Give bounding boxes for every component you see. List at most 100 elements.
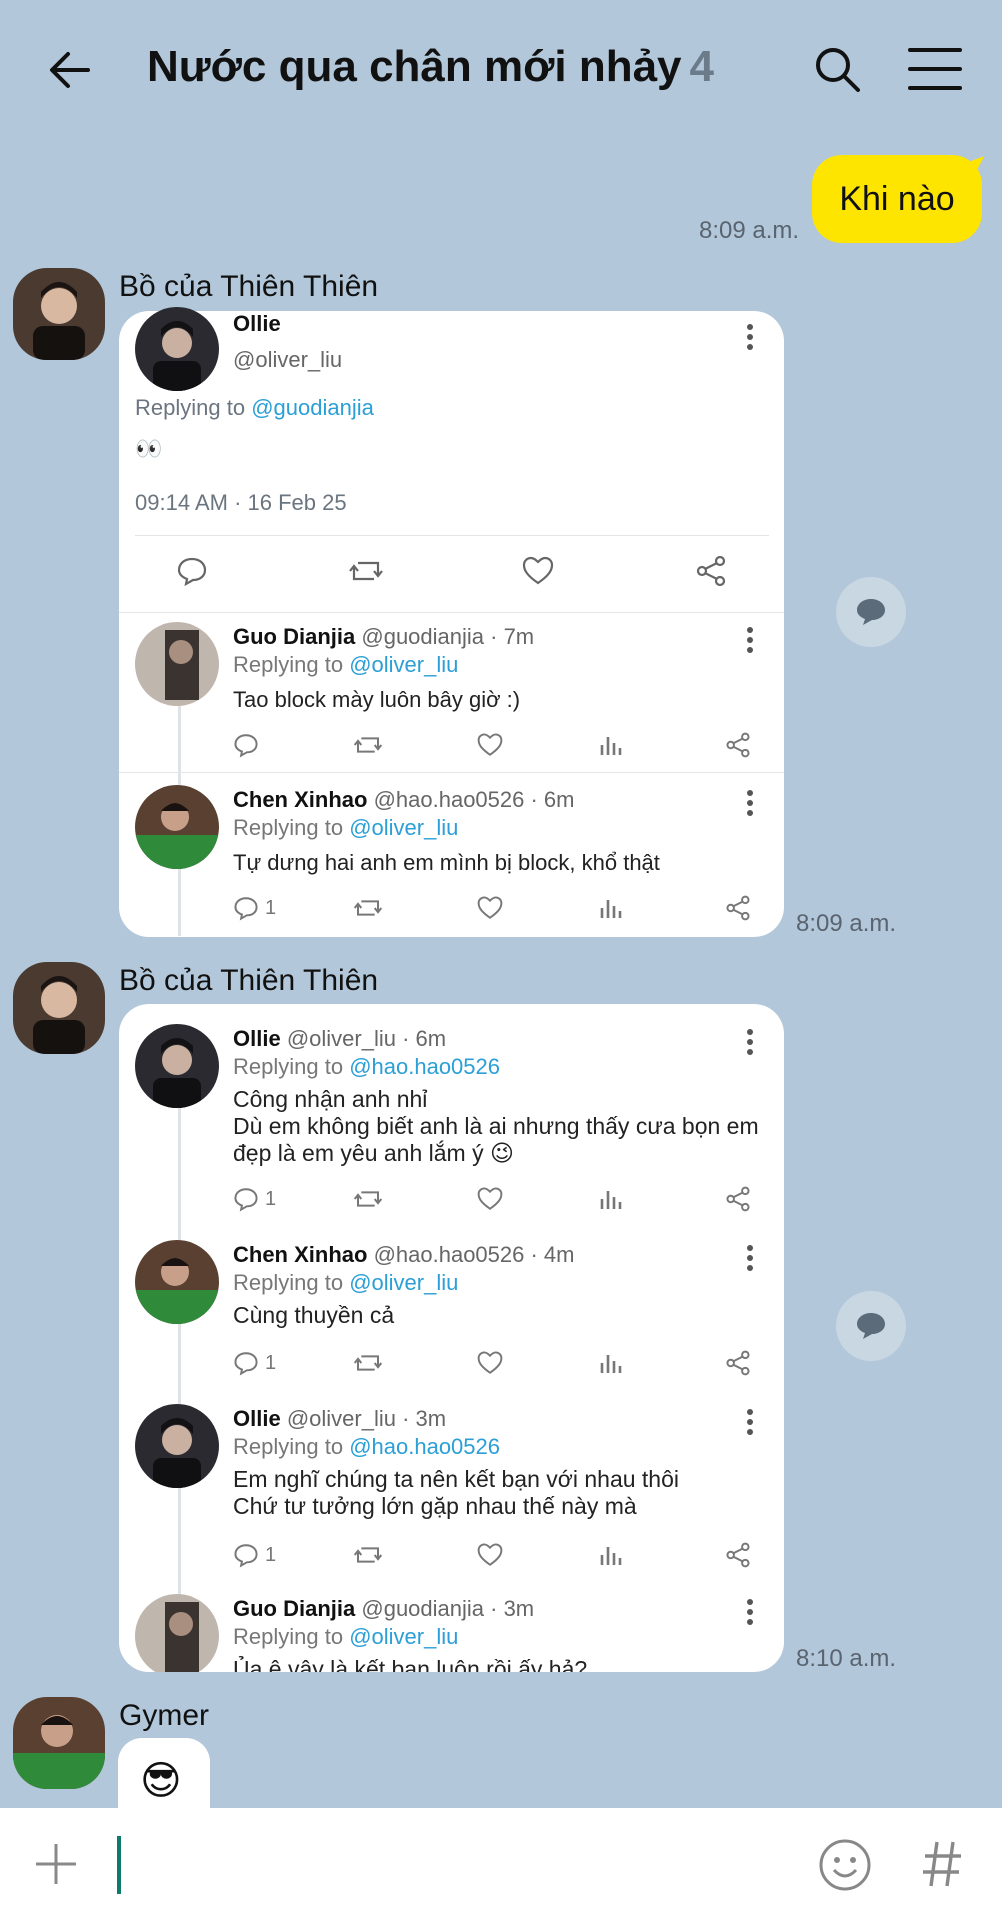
replying-label: Replying to [233, 815, 344, 840]
mention-link: @oliver_liu [349, 652, 459, 677]
replying-label: Replying to [233, 1054, 344, 1079]
chat-bubble-icon [857, 1313, 885, 1339]
mention-link: @oliver_liu [349, 1624, 459, 1649]
tweet-author-name: Ollie [233, 1026, 281, 1051]
reply-count: 1 [265, 1187, 277, 1210]
plus-icon[interactable] [34, 1842, 78, 1886]
tweet-text-line: Công nhận anh nhỉ [233, 1086, 428, 1112]
message-time: 8:10 a.m. [796, 1645, 897, 1672]
tweet-text: Tao block mày luôn bây giờ :) [233, 687, 521, 712]
analytics-icon [600, 1547, 622, 1565]
tweet-author-name: Guo Dianjia [233, 1596, 356, 1621]
like-heart-icon [477, 1187, 503, 1210]
more-options-icon [747, 324, 753, 350]
tweet-text-line: Dù em không biết anh là ai nhưng thấy cư… [233, 1113, 759, 1139]
tweet-datetime: 09:14 AM · 16 Feb 25 [135, 490, 347, 515]
tweet-meta: @hao.hao0526 · 6m [373, 787, 575, 812]
emoji-message-bubble[interactable]: 😎 [118, 1738, 210, 1808]
back-arrow-icon[interactable] [44, 42, 100, 98]
tweet-author-name: Chen Xinhao [233, 1242, 368, 1267]
reply-count: 1 [265, 896, 277, 919]
share-icon [726, 732, 750, 758]
replying-label: Replying to [233, 1270, 344, 1295]
message-input[interactable] [124, 1836, 764, 1894]
replying-label: Replying to [233, 652, 344, 677]
my-message-text: Khi nào [839, 179, 955, 218]
tweet-author-name: Chen Xinhao [233, 787, 368, 812]
like-heart-icon [477, 896, 503, 919]
divider [119, 612, 784, 613]
tweet-author-name: Ollie [233, 1406, 281, 1431]
reply-icon [234, 1544, 258, 1568]
member-count: 4 [689, 42, 715, 91]
mention-link: @hao.hao0526 [349, 1054, 501, 1079]
tweet-actions: 1 [233, 893, 773, 927]
reply-icon [234, 1188, 258, 1212]
chat-header: Nước qua chân mới nhảy 4 [0, 0, 1002, 140]
tweet-reply: Guo Dianjia @guodianjia · 3m Replying to… [135, 1594, 784, 1672]
tweet-avatar [135, 1594, 219, 1672]
share-bubble-button[interactable] [836, 577, 906, 647]
replying-label: Replying to [135, 395, 246, 420]
like-heart-icon [477, 1351, 503, 1374]
sender-name: Bồ của Thiên Thiên [119, 964, 379, 997]
retweet-icon [353, 737, 383, 753]
replying-label: Replying to [233, 1624, 344, 1649]
analytics-icon [600, 1191, 622, 1209]
input-bar [0, 1808, 1002, 1920]
share-icon [726, 1186, 750, 1212]
emoji-icon[interactable] [818, 1838, 872, 1892]
reply-count: 1 [265, 1351, 277, 1374]
avatar[interactable] [13, 962, 105, 1054]
tweet-text: Tự dưng hai anh em mình bị block, khổ th… [233, 850, 660, 875]
tweet-avatar [135, 785, 219, 869]
text-cursor [117, 1836, 121, 1894]
tweet-text-line: đẹp là em yêu anh lắm ý 😉 [233, 1140, 514, 1166]
retweet-icon [353, 1547, 383, 1563]
menu-icon[interactable] [908, 46, 962, 92]
retweet-icon [349, 561, 383, 581]
analytics-icon [600, 737, 622, 755]
mention-link: @hao.hao0526 [349, 1434, 501, 1459]
chat-name: Nước qua chân mới nhảy [147, 42, 682, 91]
message-time: 8:09 a.m. [796, 910, 897, 937]
tweet-avatar [135, 622, 219, 706]
avatar[interactable] [13, 1697, 105, 1789]
divider [135, 535, 769, 536]
sender-name: Bồ của Thiên Thiên [119, 270, 379, 303]
replying-label: Replying to [233, 1434, 344, 1459]
reply-icon [234, 1352, 258, 1376]
reply-icon [234, 734, 258, 758]
tweet-actions: 1 [233, 1184, 773, 1218]
search-icon[interactable] [812, 44, 862, 94]
tweet-text-line: Chứ tư tưởng lớn gặp nhau thế này mà [233, 1493, 637, 1519]
thread-line [178, 1100, 181, 1672]
tweet-meta: @guodianjia · 3m [361, 1596, 535, 1621]
share-icon [726, 1350, 750, 1376]
tweet-text: Em nghĩ chúng ta nên kết bạn với nhau th… [233, 1466, 679, 1520]
more-options-icon [747, 1599, 753, 1625]
tweet-meta: @guodianjia · 7m [361, 624, 535, 649]
tweet-text: Ủa ê vậy là kết bạn luôn rồi ấy hả? [233, 1656, 588, 1672]
tweet-text-line: Em nghĩ chúng ta nên kết bạn với nhau th… [233, 1466, 679, 1492]
retweet-icon [353, 1191, 383, 1207]
like-heart-icon [477, 733, 503, 756]
more-options-icon [747, 1409, 753, 1435]
share-bubble-button[interactable] [836, 1291, 906, 1361]
tweet-meta: @hao.hao0526 · 4m [373, 1242, 575, 1267]
avatar[interactable] [13, 268, 105, 360]
emoji-message: 😎 [140, 1759, 182, 1803]
more-options-icon [747, 627, 753, 653]
retweet-icon [353, 1355, 383, 1371]
more-options-icon [747, 1029, 753, 1055]
share-icon [696, 555, 726, 587]
reply-icon [234, 897, 258, 921]
mention-link: @guodianjia [251, 395, 374, 420]
tweet-meta: @oliver_liu · 3m [286, 1406, 447, 1431]
reply-icon [177, 557, 207, 587]
analytics-icon [600, 900, 622, 918]
my-message-bubble[interactable]: Khi nào [812, 155, 982, 243]
tweet-avatar [135, 1024, 219, 1108]
tweet-handle: @oliver_liu [233, 347, 343, 372]
hashtag-icon[interactable] [922, 1840, 964, 1888]
